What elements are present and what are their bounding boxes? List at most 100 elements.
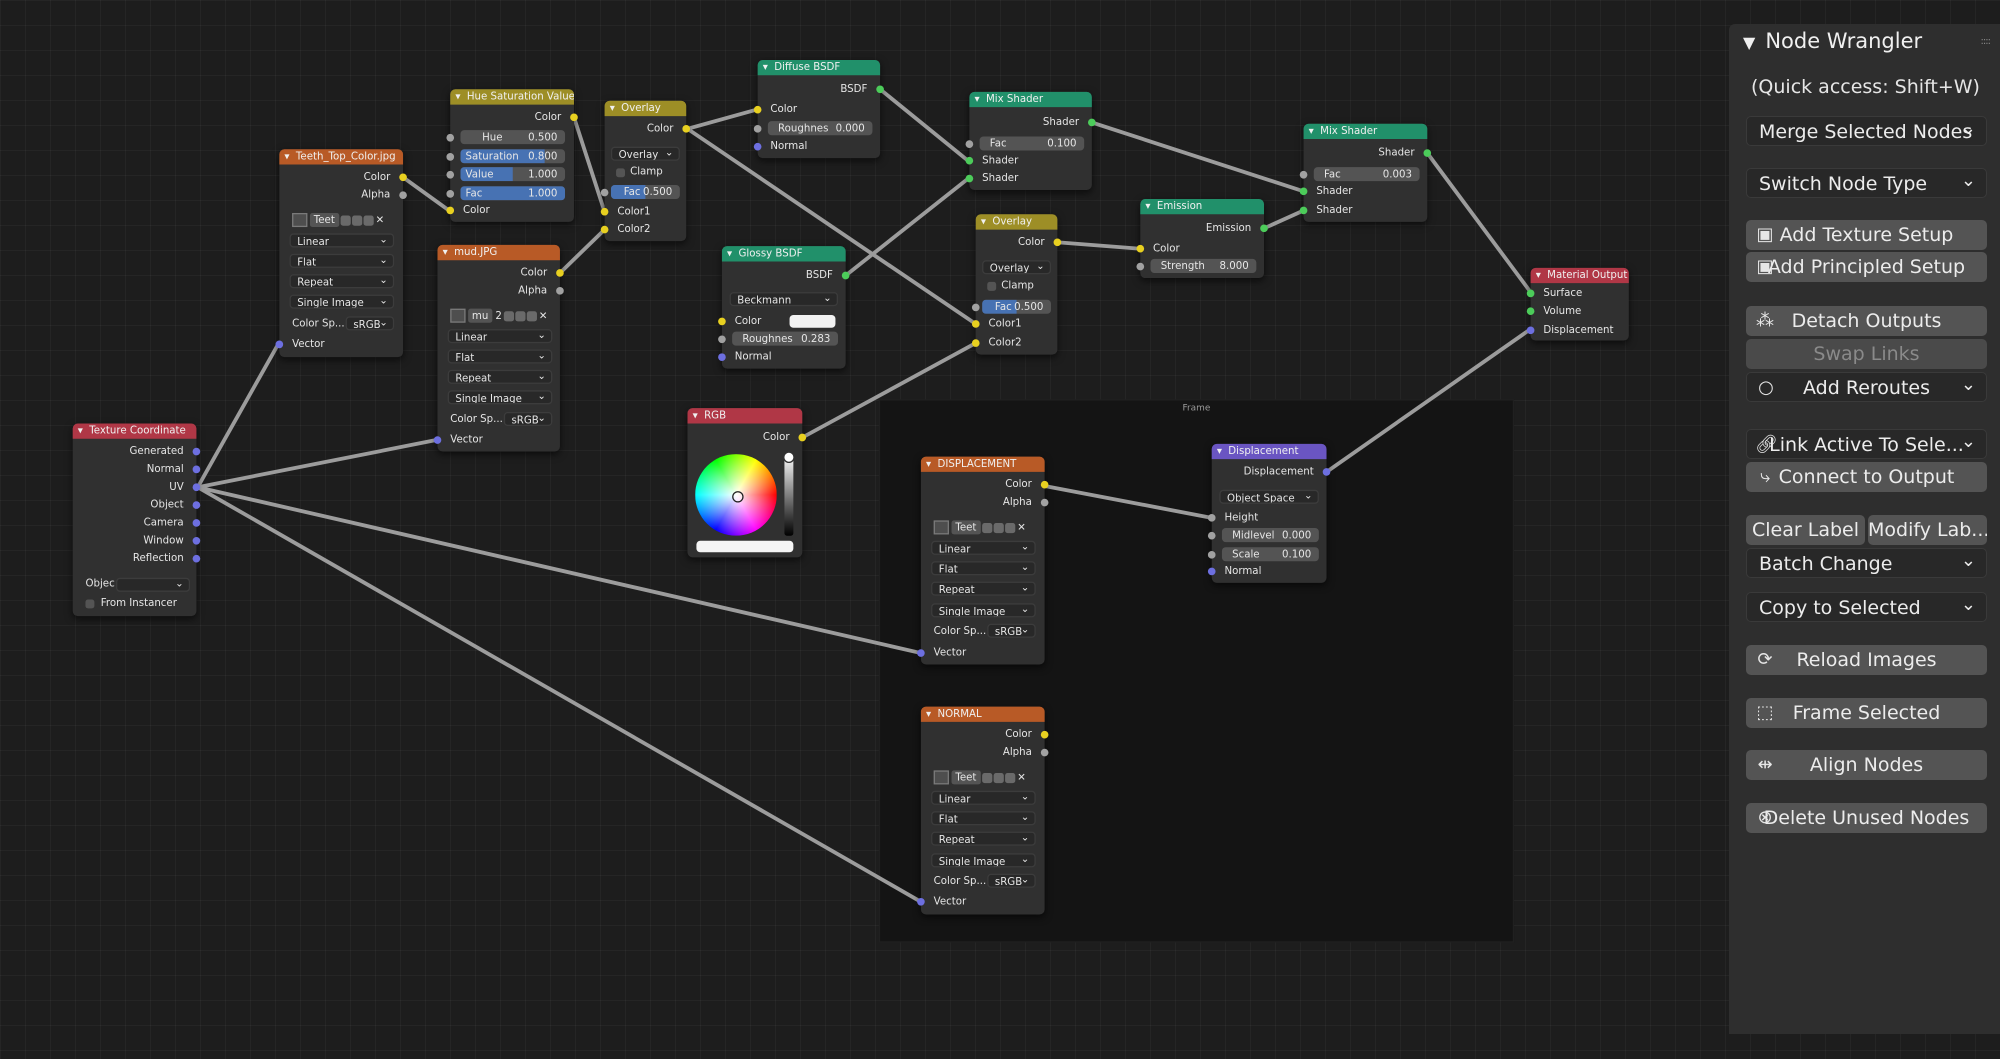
socket-alpha[interactable] — [399, 191, 407, 199]
socket-reflection[interactable] — [192, 554, 201, 563]
connect-to-output-button[interactable]: ⤷ Connect to Output — [1746, 462, 1987, 492]
image-selector[interactable]: Teet ✕ — [292, 213, 385, 228]
extension-dropdown[interactable]: Repeat — [931, 831, 1036, 846]
close-icon[interactable]: ✕ — [376, 213, 385, 227]
socket-fac[interactable] — [600, 188, 609, 197]
modify-labels-button[interactable]: Modify Lab... — [1868, 515, 1987, 545]
midlevel-field[interactable]: Midlevel 0.000 — [1221, 528, 1319, 543]
socket-color[interactable] — [1053, 238, 1062, 247]
interpolation-dropdown[interactable]: Linear — [289, 233, 395, 248]
delete-unused-nodes-button[interactable]: ⊗ Delete Unused Nodes — [1746, 803, 1987, 833]
clear-label-button[interactable]: Clear Label — [1746, 515, 1865, 545]
align-nodes-button[interactable]: ⇹ Align Nodes — [1746, 750, 1987, 780]
socket-window[interactable] — [192, 536, 201, 545]
node-header[interactable]: RGB — [687, 408, 803, 424]
socket-fac[interactable] — [965, 140, 974, 148]
socket-saturation[interactable] — [446, 153, 455, 161]
socket-shader-2[interactable] — [1299, 206, 1308, 215]
node-editor-canvas[interactable]: Frame Texture Coordinate Generated Norma… — [0, 0, 2000, 1059]
duplicate-icon[interactable] — [351, 214, 362, 226]
scale-field[interactable]: Scale 0.100 — [1221, 547, 1319, 562]
socket-roughness[interactable] — [753, 124, 762, 133]
node-header[interactable]: Glossy BSDF — [721, 246, 846, 262]
duplicate-icon[interactable] — [992, 522, 1004, 533]
socket-height[interactable] — [1207, 514, 1216, 522]
swap-links-button[interactable]: Swap Links — [1746, 339, 1987, 369]
socket-color[interactable] — [1040, 730, 1049, 739]
socket-color-in[interactable] — [446, 206, 455, 215]
socket-color[interactable] — [399, 173, 407, 182]
source-dropdown[interactable]: Single Image — [931, 603, 1036, 618]
clamp-checkbox[interactable] — [616, 168, 625, 178]
node-header[interactable]: Teeth_Top_Color.jpg — [279, 149, 404, 165]
close-icon[interactable]: ✕ — [539, 309, 548, 323]
socket-color[interactable] — [570, 113, 578, 122]
socket-shader-2[interactable] — [965, 174, 974, 183]
panel-header[interactable]: ▼ Node Wrangler — [1743, 24, 1922, 58]
node-header[interactable]: Diffuse BSDF — [757, 59, 881, 76]
interpolation-dropdown[interactable]: Linear — [931, 790, 1036, 805]
object-picker[interactable] — [116, 577, 191, 592]
glossy-bsdf-node[interactable]: Glossy BSDF BSDF Beckmann Color Roughnes… — [718, 246, 850, 369]
socket-shader[interactable] — [1423, 149, 1432, 157]
socket-value[interactable] — [446, 170, 455, 179]
fake-user-icon[interactable] — [981, 522, 992, 533]
socket-bsdf[interactable] — [841, 271, 850, 280]
mix-shader-node-1[interactable]: Mix Shader Shader Fac0.100 Shader Shader — [965, 91, 1096, 191]
collapse-triangle-icon[interactable]: ▼ — [1743, 33, 1755, 52]
image-selector[interactable]: Teet ✕ — [933, 520, 1026, 535]
socket-color2[interactable] — [971, 339, 980, 347]
projection-dropdown[interactable]: Flat — [931, 811, 1036, 826]
duplicate-icon[interactable] — [992, 772, 1004, 783]
normal-image-texture-node[interactable]: NORMAL Color Alpha Teet✕ Linear Flat Rep… — [917, 706, 1049, 915]
link-active-to-selected-menu[interactable]: 🔗︎ Link Active To Sele... — [1746, 429, 1987, 459]
socket-vector[interactable] — [917, 649, 925, 657]
extension-dropdown[interactable]: Repeat — [447, 369, 553, 384]
mud-image-texture-node[interactable]: mud.JPG Color Alpha mu 2✕ Linear Flat Re… — [433, 244, 564, 452]
saturation-field[interactable]: Saturation 0.800 — [460, 149, 566, 164]
interpolation-dropdown[interactable]: Linear — [447, 329, 553, 344]
colorspace-dropdown[interactable]: sRGB — [503, 411, 553, 427]
switch-node-type-menu[interactable]: Switch Node Type — [1746, 168, 1987, 198]
colorspace-dropdown[interactable]: sRGB — [987, 623, 1036, 638]
color-preview[interactable] — [696, 540, 794, 553]
node-header[interactable]: Displacement — [1211, 443, 1327, 460]
socket-vector[interactable] — [433, 436, 442, 444]
projection-dropdown[interactable]: Flat — [289, 253, 395, 268]
mix-shader-node-2[interactable]: Mix Shader Shader Fac0.003 Shader Shader — [1299, 123, 1432, 222]
blend-mode-dropdown[interactable]: Overlay — [610, 146, 680, 161]
socket-color[interactable] — [718, 317, 726, 326]
socket-alpha[interactable] — [1040, 748, 1049, 757]
socket-uv[interactable] — [192, 483, 201, 492]
texture-coordinate-node[interactable]: Texture Coordinate Generated Normal UV O… — [72, 423, 201, 617]
socket-normal[interactable] — [718, 353, 726, 361]
node-header[interactable]: DISPLACEMENT — [920, 456, 1045, 472]
socket-color[interactable] — [798, 433, 807, 442]
colorspace-dropdown[interactable]: sRGB — [345, 316, 395, 331]
close-icon[interactable]: ✕ — [1017, 770, 1026, 784]
open-file-icon[interactable] — [362, 214, 374, 226]
socket-midlevel[interactable] — [1207, 531, 1216, 540]
socket-fac[interactable] — [971, 303, 980, 312]
socket-normal[interactable] — [753, 142, 762, 151]
projection-dropdown[interactable]: Flat — [931, 561, 1036, 576]
rgb-node[interactable]: RGB Color — [687, 408, 807, 558]
hue-saturation-value-node[interactable]: Hue Saturation Value Color Hue0.500 Satu… — [446, 89, 578, 222]
node-header[interactable]: Overlay — [975, 214, 1058, 230]
node-header[interactable]: Material Output — [1530, 267, 1629, 284]
color-wheel[interactable] — [695, 454, 777, 536]
socket-color[interactable] — [556, 269, 564, 277]
frame-selected-button[interactable]: ⬚ Frame Selected — [1746, 698, 1987, 728]
socket-alpha[interactable] — [1040, 498, 1049, 507]
socket-alpha[interactable] — [556, 286, 564, 295]
node-header[interactable]: mud.JPG — [437, 244, 560, 261]
add-reroutes-menu[interactable]: ○ Add Reroutes — [1746, 372, 1987, 402]
value-field[interactable]: Value 1.000 — [460, 167, 566, 182]
fac-field[interactable]: Fac 0.100 — [979, 136, 1085, 151]
fake-user-icon[interactable] — [503, 310, 514, 321]
emission-node[interactable]: Emission Emission Color Strength8.000 — [1136, 198, 1268, 279]
roughness-field[interactable]: Roughnes 0.283 — [732, 331, 839, 346]
strength-field[interactable]: Strength 8.000 — [1150, 258, 1257, 273]
socket-strength[interactable] — [1136, 262, 1145, 271]
clamp-checkbox[interactable] — [987, 281, 997, 291]
